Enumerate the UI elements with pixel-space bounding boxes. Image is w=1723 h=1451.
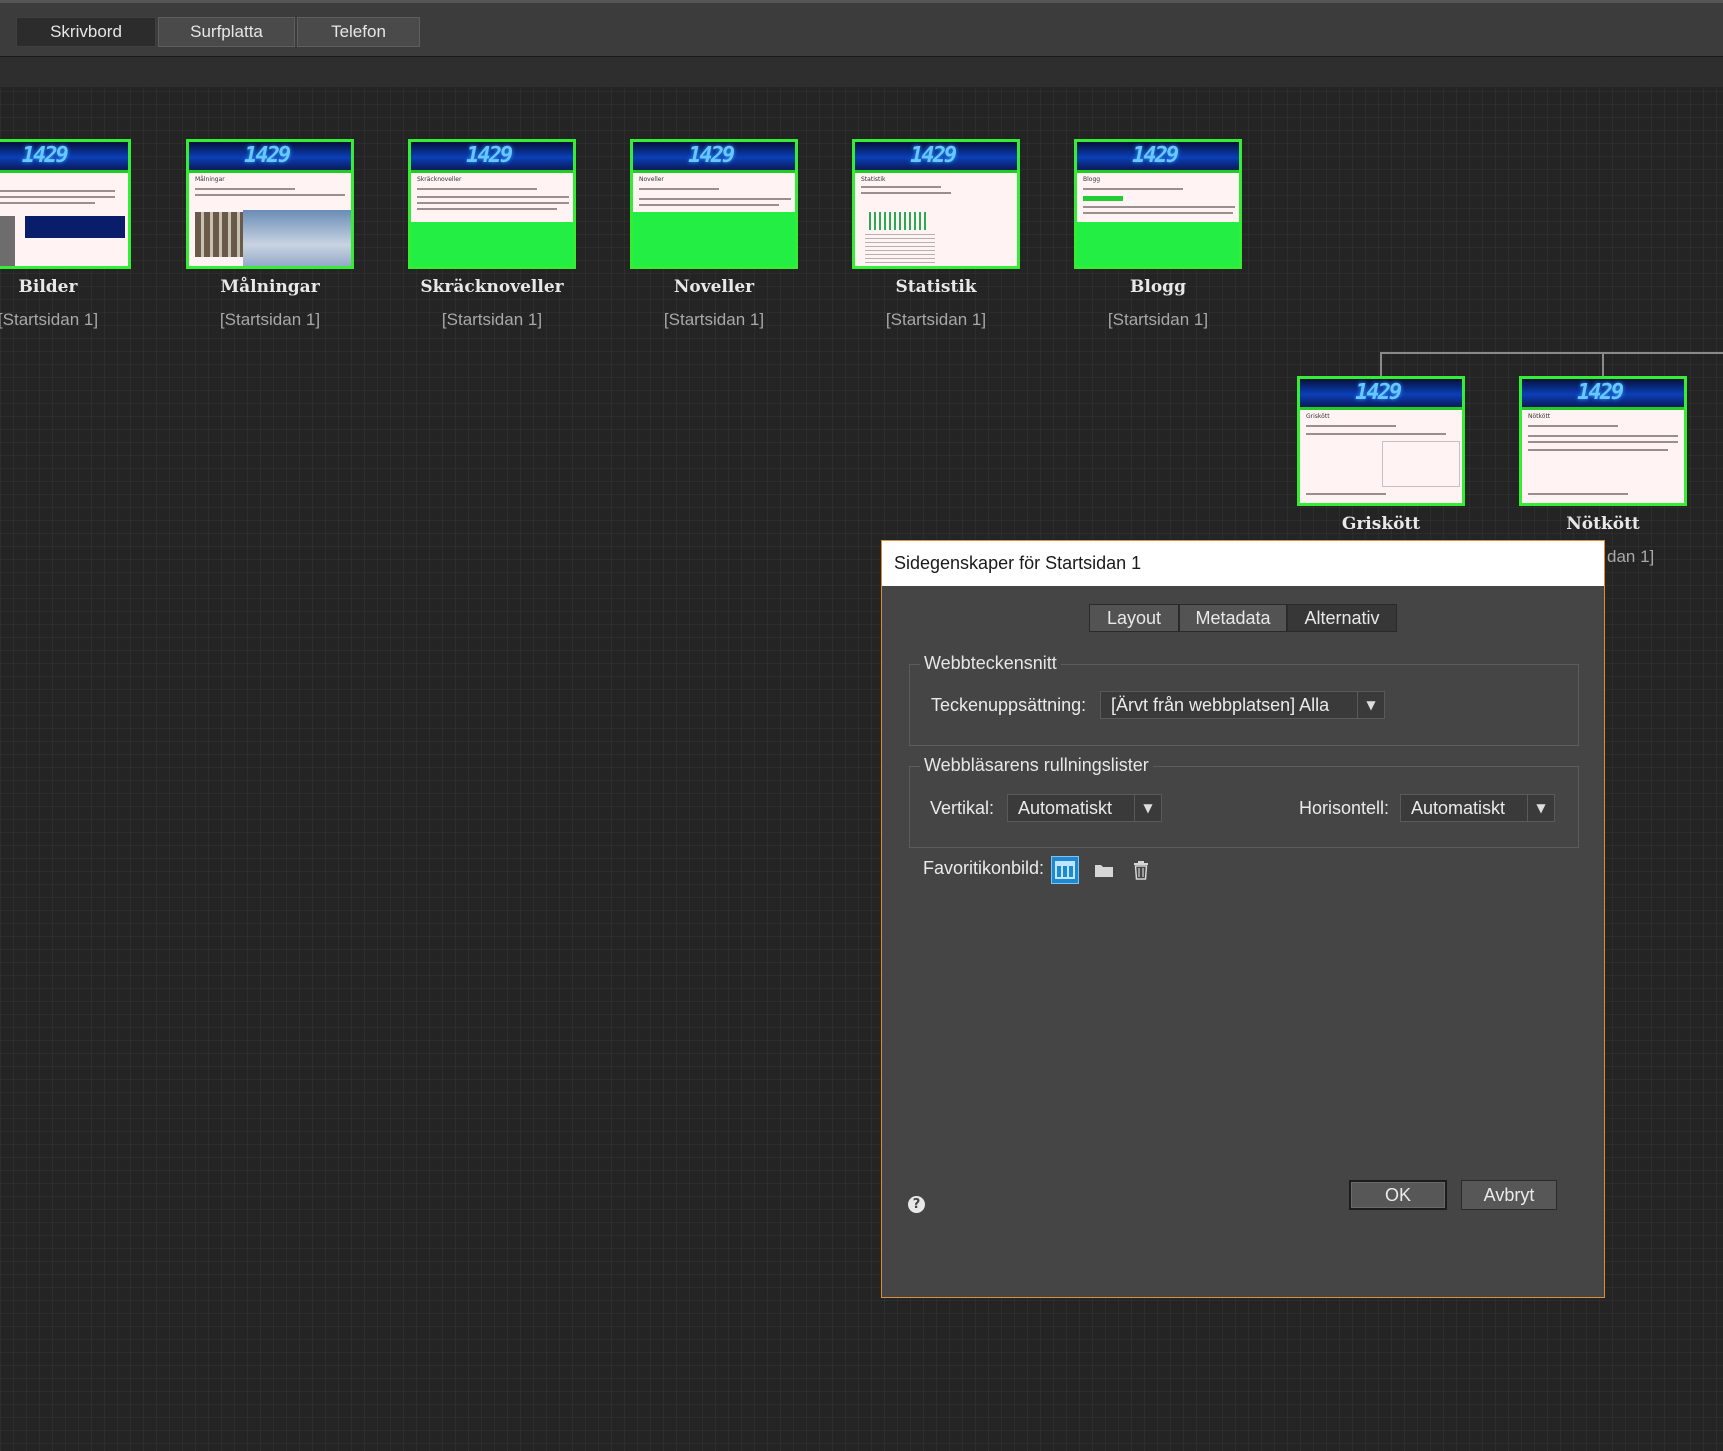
dialog-tabs: Layout Metadata Alternativ: [1089, 604, 1397, 632]
page-master: [Startsidan 1]: [219, 310, 321, 329]
table-placeholder: [865, 234, 935, 264]
tree-connector: [1380, 352, 1723, 354]
page-thumbnail[interactable]: 1429: [0, 139, 131, 269]
image-placeholder: [1382, 441, 1460, 487]
page-master: [Startsidan 1]: [663, 310, 765, 329]
thumb-logo: 1429: [466, 143, 513, 168]
dialog-title: Sidegenskaper för Startsidan 1: [894, 553, 1142, 573]
vertical-label: Vertikal:: [930, 798, 995, 818]
ok-button[interactable]: OK: [1349, 1180, 1447, 1210]
favicon-preview[interactable]: [1051, 856, 1079, 884]
tab-metadata[interactable]: Metadata: [1179, 604, 1287, 632]
charset-select[interactable]: [Ärvt från webbplatsen] Alla ▼: [1100, 691, 1385, 719]
page-thumbnail[interactable]: 1429 Nötkött: [1519, 376, 1687, 506]
image-placeholder: [25, 216, 125, 238]
delete-favicon-button[interactable]: [1128, 857, 1154, 883]
horizontal-scroll-select[interactable]: Automatiskt ▼: [1400, 794, 1555, 822]
canvas-ruler: [0, 57, 1723, 87]
thumb-caption: Blogg: [1083, 176, 1101, 183]
chevron-down-icon: ▼: [1527, 795, 1554, 821]
horizontal-value: Automatiskt: [1411, 797, 1506, 818]
thumb-logo: 1429: [1577, 380, 1624, 405]
thumb-logo: 1429: [910, 143, 957, 168]
gallery-placeholder: [195, 212, 243, 257]
help-icon[interactable]: ?: [908, 1196, 925, 1213]
scrollbars-legend: Webbläsarens rullningslister: [920, 755, 1153, 776]
trash-icon: [1134, 861, 1148, 880]
vertical-scroll-select[interactable]: Automatiskt ▼: [1007, 794, 1162, 822]
thumb-logo: 1429: [21, 143, 69, 168]
page-master: [Startsidan 1]: [1107, 310, 1209, 329]
tree-connector: [1602, 352, 1604, 376]
device-toolbar: Skrivbord Surfplatta Telefon: [0, 0, 1723, 57]
page-thumbnail[interactable]: 1429 Målningar: [186, 139, 354, 269]
chevron-down-icon: ▼: [1357, 692, 1384, 718]
page-thumbnail[interactable]: 1429 Noveller: [630, 139, 798, 269]
chart-placeholder: [869, 212, 929, 230]
thumb-logo: 1429: [244, 143, 291, 168]
page-thumbnail[interactable]: 1429 Statistik: [852, 139, 1020, 269]
thumb-caption: Nötkött: [1528, 413, 1551, 420]
image-placeholder: [243, 210, 351, 266]
tab-phone[interactable]: Telefon: [297, 17, 420, 47]
tab-desktop[interactable]: Skrivbord: [16, 17, 156, 47]
page-master: [Startsidan 1]: [885, 310, 987, 329]
browse-folder-button[interactable]: [1091, 857, 1117, 883]
page-title: Nötkött: [1566, 514, 1640, 534]
thumb-logo: 1429: [688, 143, 735, 168]
page-master: [Startsidan 1]: [441, 310, 543, 329]
page-title: Bilder: [18, 277, 78, 297]
cancel-button[interactable]: Avbryt: [1461, 1180, 1557, 1210]
page-master: [Startsidan 1]: [0, 310, 99, 329]
thumb-caption: Skräcknoveller: [417, 176, 462, 183]
thumb-caption: Statistik: [861, 176, 886, 183]
favicon-label: Favoritikonbild:: [923, 858, 1045, 878]
scrollbars-group: Webbläsarens rullningslister Vertikal: A…: [909, 755, 1579, 848]
vertical-value: Automatiskt: [1018, 797, 1113, 818]
page-title: Statistik: [895, 277, 977, 297]
charset-value: [Ärvt från webbplatsen] Alla: [1111, 694, 1330, 715]
webfonts-group: Webbteckensnitt Teckenuppsättning: [Ärvt…: [909, 653, 1579, 746]
charset-label: Teckenuppsättning:: [931, 695, 1087, 715]
page-title: Blogg: [1130, 277, 1186, 297]
thumb-logo: 1429: [1355, 380, 1402, 405]
folder-icon: [1095, 865, 1113, 877]
chevron-down-icon: ▼: [1134, 795, 1161, 821]
thumb-caption: Målningar: [195, 176, 225, 183]
thumb-caption: Griskött: [1306, 413, 1330, 420]
page-title: Noveller: [673, 277, 755, 297]
tree-connector: [1380, 352, 1382, 376]
tab-layout[interactable]: Layout: [1089, 604, 1179, 632]
dialog-titlebar[interactable]: Sidegenskaper för Startsidan 1: [882, 541, 1604, 586]
page-properties-dialog: Sidegenskaper för Startsidan 1 Layout Me…: [881, 540, 1605, 1298]
webfonts-legend: Webbteckensnitt: [920, 653, 1061, 674]
thumb-caption: Noveller: [639, 176, 664, 183]
image-placeholder: [0, 216, 15, 266]
tab-alternativ[interactable]: Alternativ: [1287, 604, 1397, 632]
page-title: Griskött: [1341, 514, 1421, 534]
thumb-logo: 1429: [1132, 143, 1179, 168]
page-thumbnail[interactable]: 1429 Blogg: [1074, 139, 1242, 269]
page-title: Målningar: [220, 277, 320, 297]
tab-tablet[interactable]: Surfplatta: [158, 17, 295, 47]
page-thumbnail[interactable]: 1429 Griskött: [1297, 376, 1465, 506]
page-title: Skräcknoveller: [420, 277, 564, 297]
horizontal-label: Horisontell:: [1299, 798, 1390, 818]
page-thumbnail[interactable]: 1429 Skräcknoveller: [408, 139, 576, 269]
favicon-image-icon: [1055, 861, 1075, 879]
